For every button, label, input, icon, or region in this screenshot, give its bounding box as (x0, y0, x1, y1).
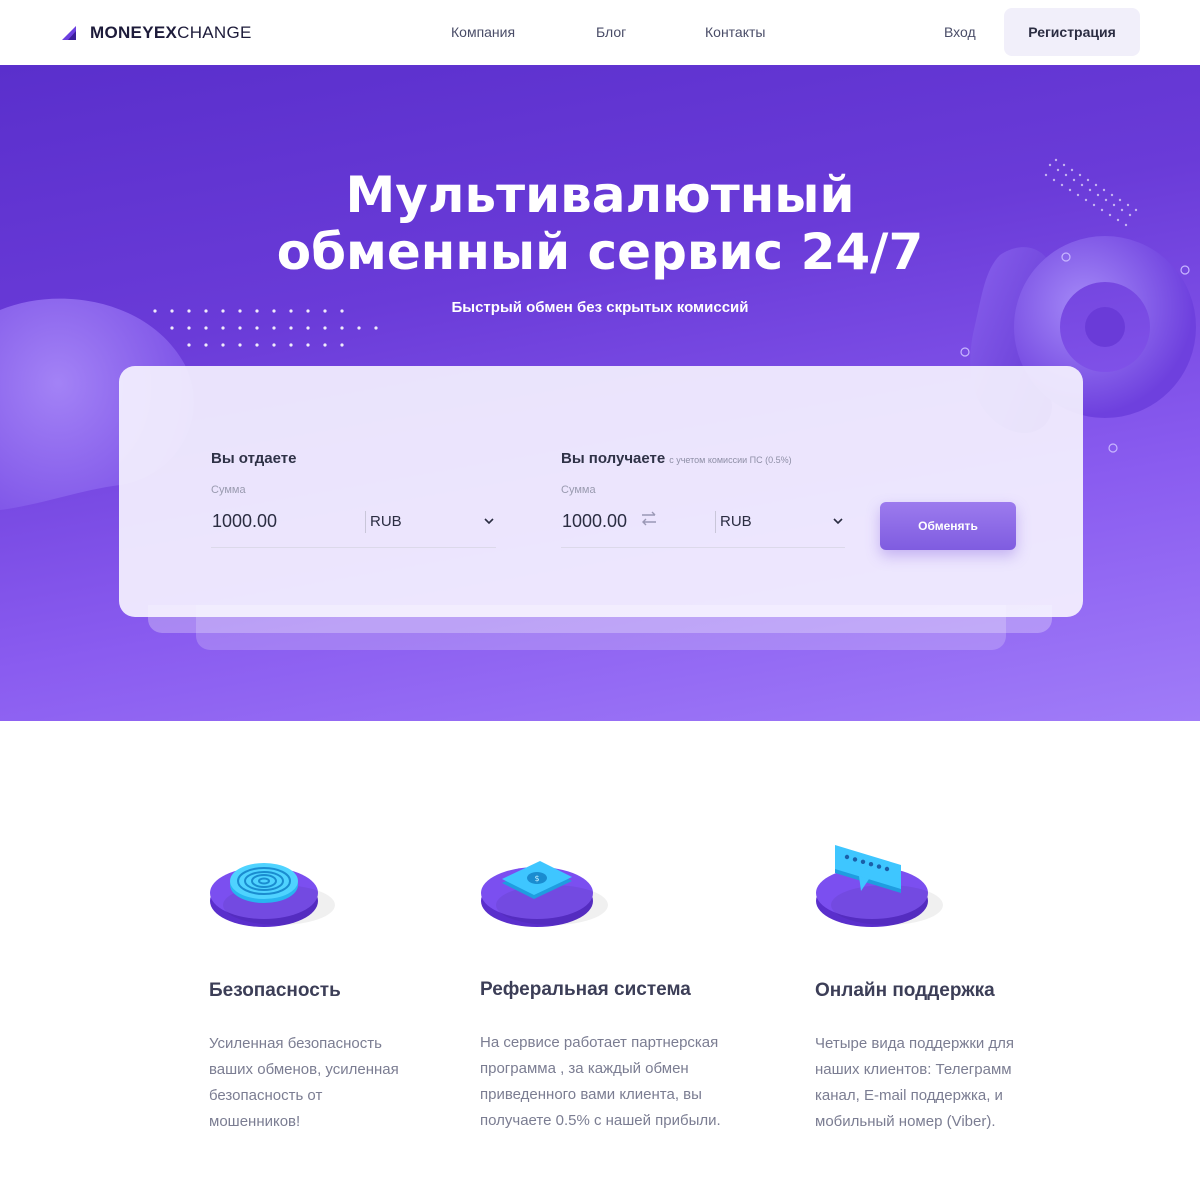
hero-section: Мультивалютный обменный сервис 24/7 Быст… (0, 65, 1200, 721)
exchange-card: Вы отдаете Сумма RUB Вы получаетес учето… (119, 366, 1083, 617)
receive-field-underline (561, 547, 845, 548)
feature-description: На сервисе работает партнерская программ… (480, 1034, 721, 1129)
hero-title-line-1: Мультивалютный (345, 166, 855, 224)
svg-text:$: $ (534, 874, 539, 883)
fingerprint-icon (210, 863, 335, 927)
hero-title: Мультивалютный обменный сервис 24/7 (0, 167, 1200, 281)
give-currency-value: RUB (370, 513, 402, 530)
money-bill-icon: $ (481, 861, 608, 927)
logo[interactable]: MONEYEXCHANGE (62, 22, 252, 44)
chevron-down-icon (484, 518, 494, 525)
receive-currency-value: RUB (720, 513, 752, 530)
nav-blog[interactable]: Блог (596, 24, 626, 40)
receive-label: Вы получаете с учетом комиссии ПС (0.5%) (561, 450, 792, 467)
feature-description: Четыре вида поддержки для наших клиентов… (815, 1035, 1015, 1130)
feature-title: Безопасность (209, 980, 341, 1001)
chat-password-icon (816, 845, 943, 927)
receive-sum-label: Сумма (561, 484, 596, 496)
give-field-underline (211, 547, 496, 548)
field-divider (715, 511, 716, 533)
logo-icon (62, 26, 76, 40)
receive-currency-select[interactable]: RUB (720, 513, 843, 530)
field-divider (365, 511, 366, 533)
give-sum-label: Сумма (211, 484, 246, 496)
give-label: Вы отдаете (211, 450, 297, 467)
give-currency-select[interactable]: RUB (370, 513, 494, 530)
login-link[interactable]: Вход (944, 24, 976, 40)
nav-company[interactable]: Компания (451, 24, 515, 40)
register-button[interactable]: Регистрация (1004, 8, 1140, 56)
site-header: MONEYEXCHANGE Компания Блог Контакты Вхо… (0, 0, 1200, 65)
hero-title-line-2: обменный сервис 24/7 (276, 223, 924, 281)
give-amount-input[interactable] (212, 511, 352, 532)
feature-title: Реферальная система (480, 979, 691, 1000)
chevron-down-icon (833, 518, 843, 525)
hero-subtitle: Быстрый обмен без скрытых комиссий (451, 299, 749, 316)
feature-title: Онлайн поддержка (815, 980, 995, 1001)
nav-contacts[interactable]: Контакты (705, 24, 765, 40)
feature-description: Усиленная безопасность ваших обменов, ус… (209, 1035, 399, 1130)
logo-text: MONEYEXCHANGE (90, 23, 252, 42)
receive-amount-input[interactable] (562, 511, 702, 532)
commission-note: с учетом комиссии ПС (0.5%) (669, 455, 792, 465)
exchange-button[interactable]: Обменять (880, 502, 1016, 550)
